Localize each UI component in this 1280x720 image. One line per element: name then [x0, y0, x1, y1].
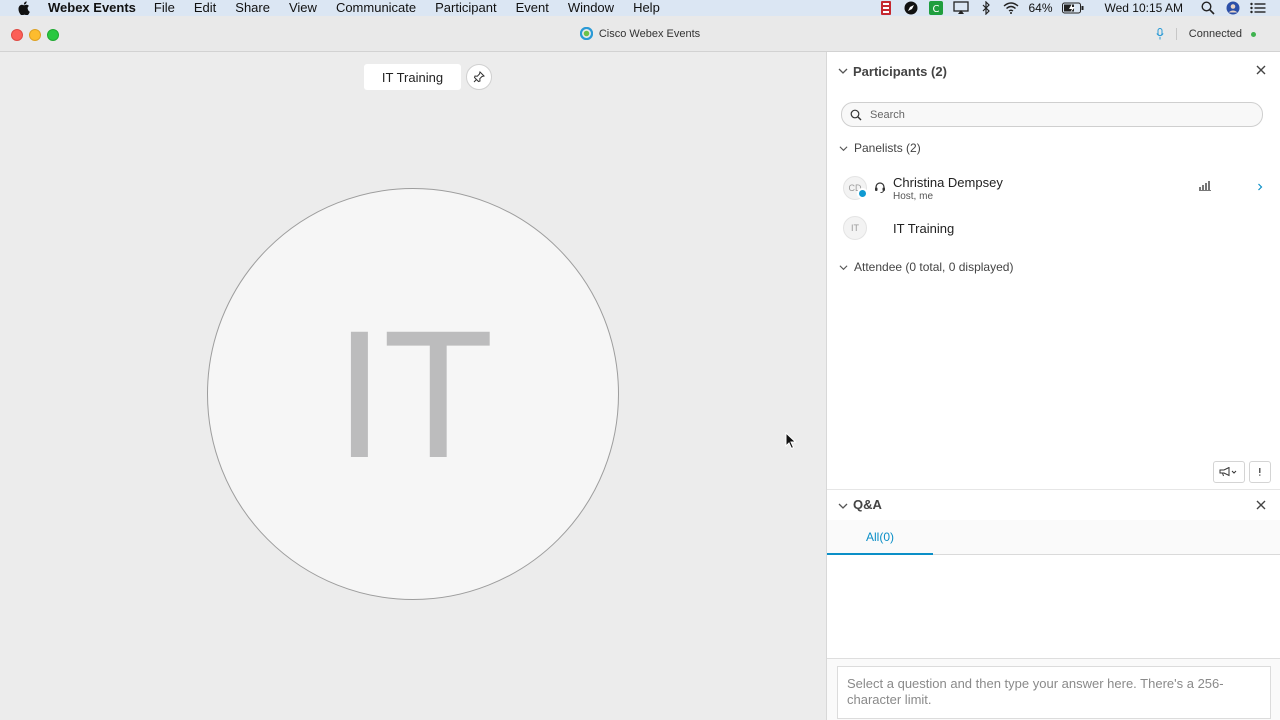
- participant-name: IT Training: [893, 221, 955, 236]
- apple-menu-icon[interactable]: [17, 1, 31, 15]
- participant-name: Christina Dempsey: [893, 175, 1003, 190]
- stage-name-label: IT Training: [364, 64, 461, 90]
- headset-audio-icon: [875, 182, 885, 193]
- menu-clock[interactable]: Wed 10:15 AM: [1105, 1, 1184, 15]
- window-title: Cisco Webex Events: [0, 27, 1280, 43]
- mac-menu-bar: Webex Events File Edit Share View Commun…: [0, 0, 1280, 16]
- participants-title: Participants (2): [853, 64, 947, 79]
- microphone-icon[interactable]: [1156, 28, 1164, 40]
- avatar-initials: IT: [334, 292, 494, 496]
- attendee-section-header[interactable]: Attendee (0 total, 0 displayed): [827, 258, 1280, 276]
- qa-title: Q&A: [853, 497, 882, 512]
- search-icon: [850, 109, 862, 120]
- qa-tab-bar: All(0): [827, 520, 1280, 555]
- airplay-icon[interactable]: [953, 1, 970, 15]
- qa-header: Q&A: [827, 490, 1280, 520]
- broadcast-message-button[interactable]: [1213, 461, 1245, 483]
- participants-header: Participants (2): [827, 52, 1280, 90]
- close-participants-icon[interactable]: [1255, 64, 1267, 76]
- attendee-label: Attendee (0 total, 0 displayed): [854, 260, 1014, 274]
- collapse-participants-chevron-icon[interactable]: [838, 66, 848, 76]
- more-options-button[interactable]: [1249, 461, 1271, 483]
- participant-row[interactable]: CD Christina Dempsey Host, me: [827, 168, 1280, 208]
- pin-icon: [473, 71, 485, 83]
- panelists-section-header[interactable]: Panelists (2): [827, 139, 1280, 157]
- menu-view[interactable]: View: [289, 0, 317, 16]
- connection-status-dot: [1251, 31, 1256, 37]
- mouse-cursor-icon: [785, 432, 797, 450]
- connection-status-text: Connected: [1188, 28, 1242, 40]
- avatar: IT: [843, 216, 867, 240]
- participant-expand-chevron-icon[interactable]: [1257, 183, 1263, 191]
- participant-role: Host, me: [893, 191, 934, 202]
- megaphone-icon: [1219, 467, 1237, 477]
- window-title-bar: Cisco Webex Events Connected: [0, 16, 1280, 52]
- participant-avatar-large: IT: [207, 188, 619, 600]
- recording-app-icon[interactable]: [878, 1, 894, 15]
- side-panel: Participants (2) Panelists (2) CD Christ…: [826, 52, 1280, 720]
- user-profile-icon[interactable]: [1225, 1, 1241, 15]
- collapse-qa-chevron-icon[interactable]: [838, 501, 848, 511]
- camtasia-app-icon[interactable]: C: [928, 1, 944, 15]
- battery-charging-icon[interactable]: [1061, 1, 1084, 15]
- menu-app-name[interactable]: Webex Events: [48, 0, 136, 16]
- menu-extras: C 64% Wed 10:15 AM: [878, 0, 1280, 16]
- webex-logo-icon: [579, 27, 593, 40]
- panelists-label: Panelists (2): [854, 141, 921, 155]
- battery-percent: 64%: [1028, 1, 1053, 15]
- svg-text:C: C: [933, 4, 940, 15]
- spotlight-search-icon[interactable]: [1200, 1, 1216, 15]
- qa-answer-area: [827, 658, 1280, 720]
- menu-event[interactable]: Event: [516, 0, 549, 16]
- window-title-text: Cisco Webex Events: [598, 27, 701, 40]
- pin-button[interactable]: [466, 64, 492, 90]
- tab-all[interactable]: All(0): [827, 520, 933, 555]
- signal-strength-icon: [1199, 181, 1211, 191]
- video-stage: IT Training IT: [0, 52, 826, 720]
- wifi-icon[interactable]: [1003, 1, 1019, 15]
- menu-window[interactable]: Window: [568, 0, 614, 16]
- menu-file[interactable]: File: [154, 0, 175, 16]
- more-vertical-icon: [1259, 468, 1261, 476]
- search-input[interactable]: [870, 108, 1250, 121]
- menu-communicate[interactable]: Communicate: [336, 0, 416, 16]
- menu-help[interactable]: Help: [633, 0, 660, 16]
- status-divider: [1175, 28, 1177, 40]
- close-qa-icon[interactable]: [1255, 499, 1267, 511]
- connection-status: Connected: [1156, 28, 1256, 40]
- compass-app-icon[interactable]: [903, 1, 919, 15]
- attendee-chevron-icon: [839, 264, 848, 270]
- menu-edit[interactable]: Edit: [194, 0, 216, 16]
- notification-center-icon[interactable]: [1250, 1, 1266, 15]
- qa-answer-input[interactable]: [837, 666, 1271, 719]
- menu-participant[interactable]: Participant: [435, 0, 496, 16]
- menu-share[interactable]: Share: [235, 0, 270, 16]
- presence-status-icon: [857, 188, 868, 199]
- bluetooth-icon[interactable]: [978, 1, 994, 15]
- participant-row[interactable]: IT IT Training: [827, 209, 1280, 249]
- panelists-chevron-icon: [839, 145, 848, 151]
- participant-search: [841, 102, 1263, 127]
